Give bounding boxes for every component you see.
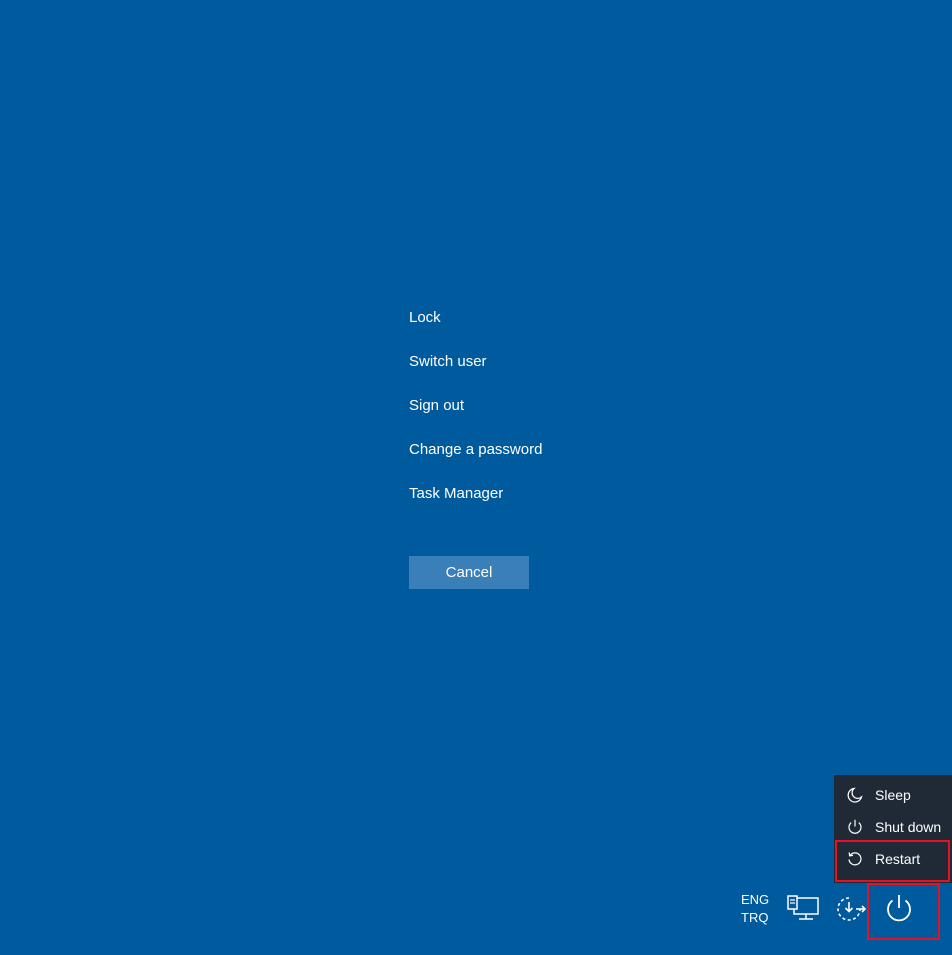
sleep-menu-item[interactable]: Sleep <box>834 779 952 811</box>
change-password-option[interactable]: Change a password <box>409 438 542 482</box>
restart-menu-item[interactable]: Restart <box>834 843 952 875</box>
network-icon[interactable] <box>786 894 820 924</box>
moon-icon <box>846 786 864 804</box>
switch-user-option[interactable]: Switch user <box>409 350 542 394</box>
keyboard-layout-code: TRQ <box>741 910 769 925</box>
shut-down-menu-item[interactable]: Shut down <box>834 811 952 843</box>
language-indicator[interactable]: ENG TRQ <box>741 891 769 927</box>
restart-label: Restart <box>875 851 921 867</box>
ease-of-access-icon[interactable] <box>833 894 867 924</box>
security-options-list: Lock Switch user Sign out Change a passw… <box>409 306 542 526</box>
language-code: ENG <box>741 892 770 907</box>
power-menu: Sleep Shut down Restart <box>834 775 952 883</box>
lock-option[interactable]: Lock <box>409 306 542 350</box>
sign-out-option[interactable]: Sign out <box>409 394 542 438</box>
power-button[interactable] <box>882 892 916 926</box>
cancel-button[interactable]: Cancel <box>409 556 529 589</box>
power-icon <box>887 895 911 922</box>
restart-icon <box>846 850 864 868</box>
task-manager-option[interactable]: Task Manager <box>409 482 542 526</box>
power-icon <box>846 818 864 836</box>
sleep-label: Sleep <box>875 787 911 803</box>
shut-down-label: Shut down <box>875 819 942 835</box>
